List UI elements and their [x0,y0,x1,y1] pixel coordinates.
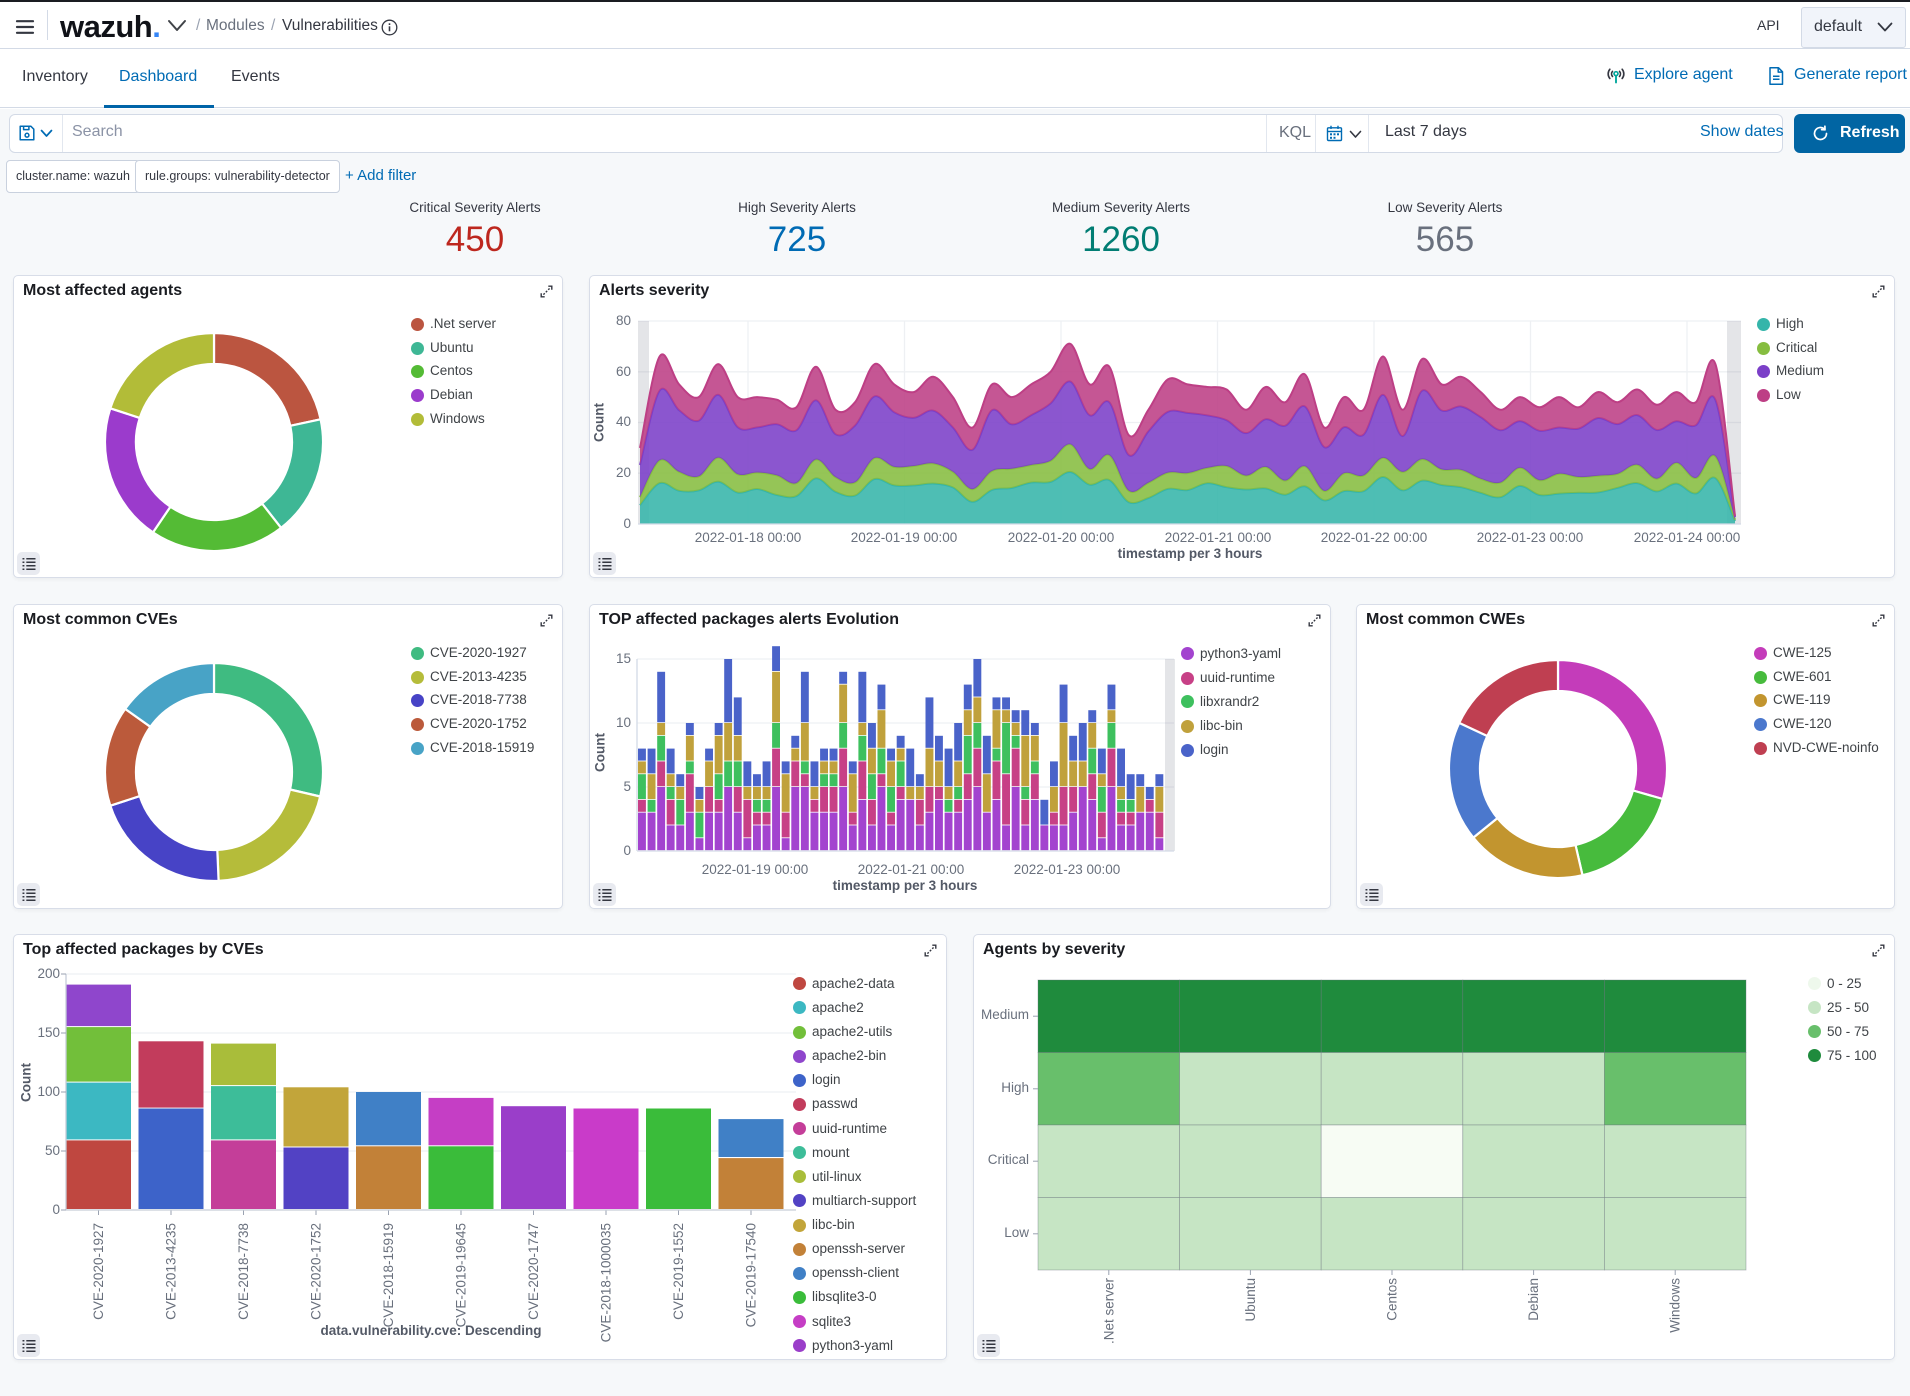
svg-text:CVE-2019-17540: CVE-2019-17540 [744,1223,759,1327]
svg-text:CVE-2020-1752: CVE-2020-1752 [309,1223,324,1320]
svg-text:Ubuntu: Ubuntu [1243,1278,1258,1322]
svg-text:CVE-2019-1552: CVE-2019-1552 [671,1223,686,1320]
svg-text:Windows: Windows [1668,1278,1683,1333]
svg-text:CVE-2018-7738: CVE-2018-7738 [236,1223,251,1320]
svg-text:CVE-2020-1927: CVE-2020-1927 [91,1223,106,1320]
svg-text:Debian: Debian [1526,1278,1541,1321]
svg-text:CVE-2019-19645: CVE-2019-19645 [454,1223,469,1327]
svg-text:CVE-2018-15919: CVE-2018-15919 [381,1223,396,1327]
svg-text:CVE-2020-1747: CVE-2020-1747 [526,1223,541,1320]
svg-text:Centos: Centos [1385,1278,1400,1321]
svg-text:.Net server: .Net server [1101,1278,1116,1345]
svg-text:CVE-2013-4235: CVE-2013-4235 [164,1223,179,1320]
